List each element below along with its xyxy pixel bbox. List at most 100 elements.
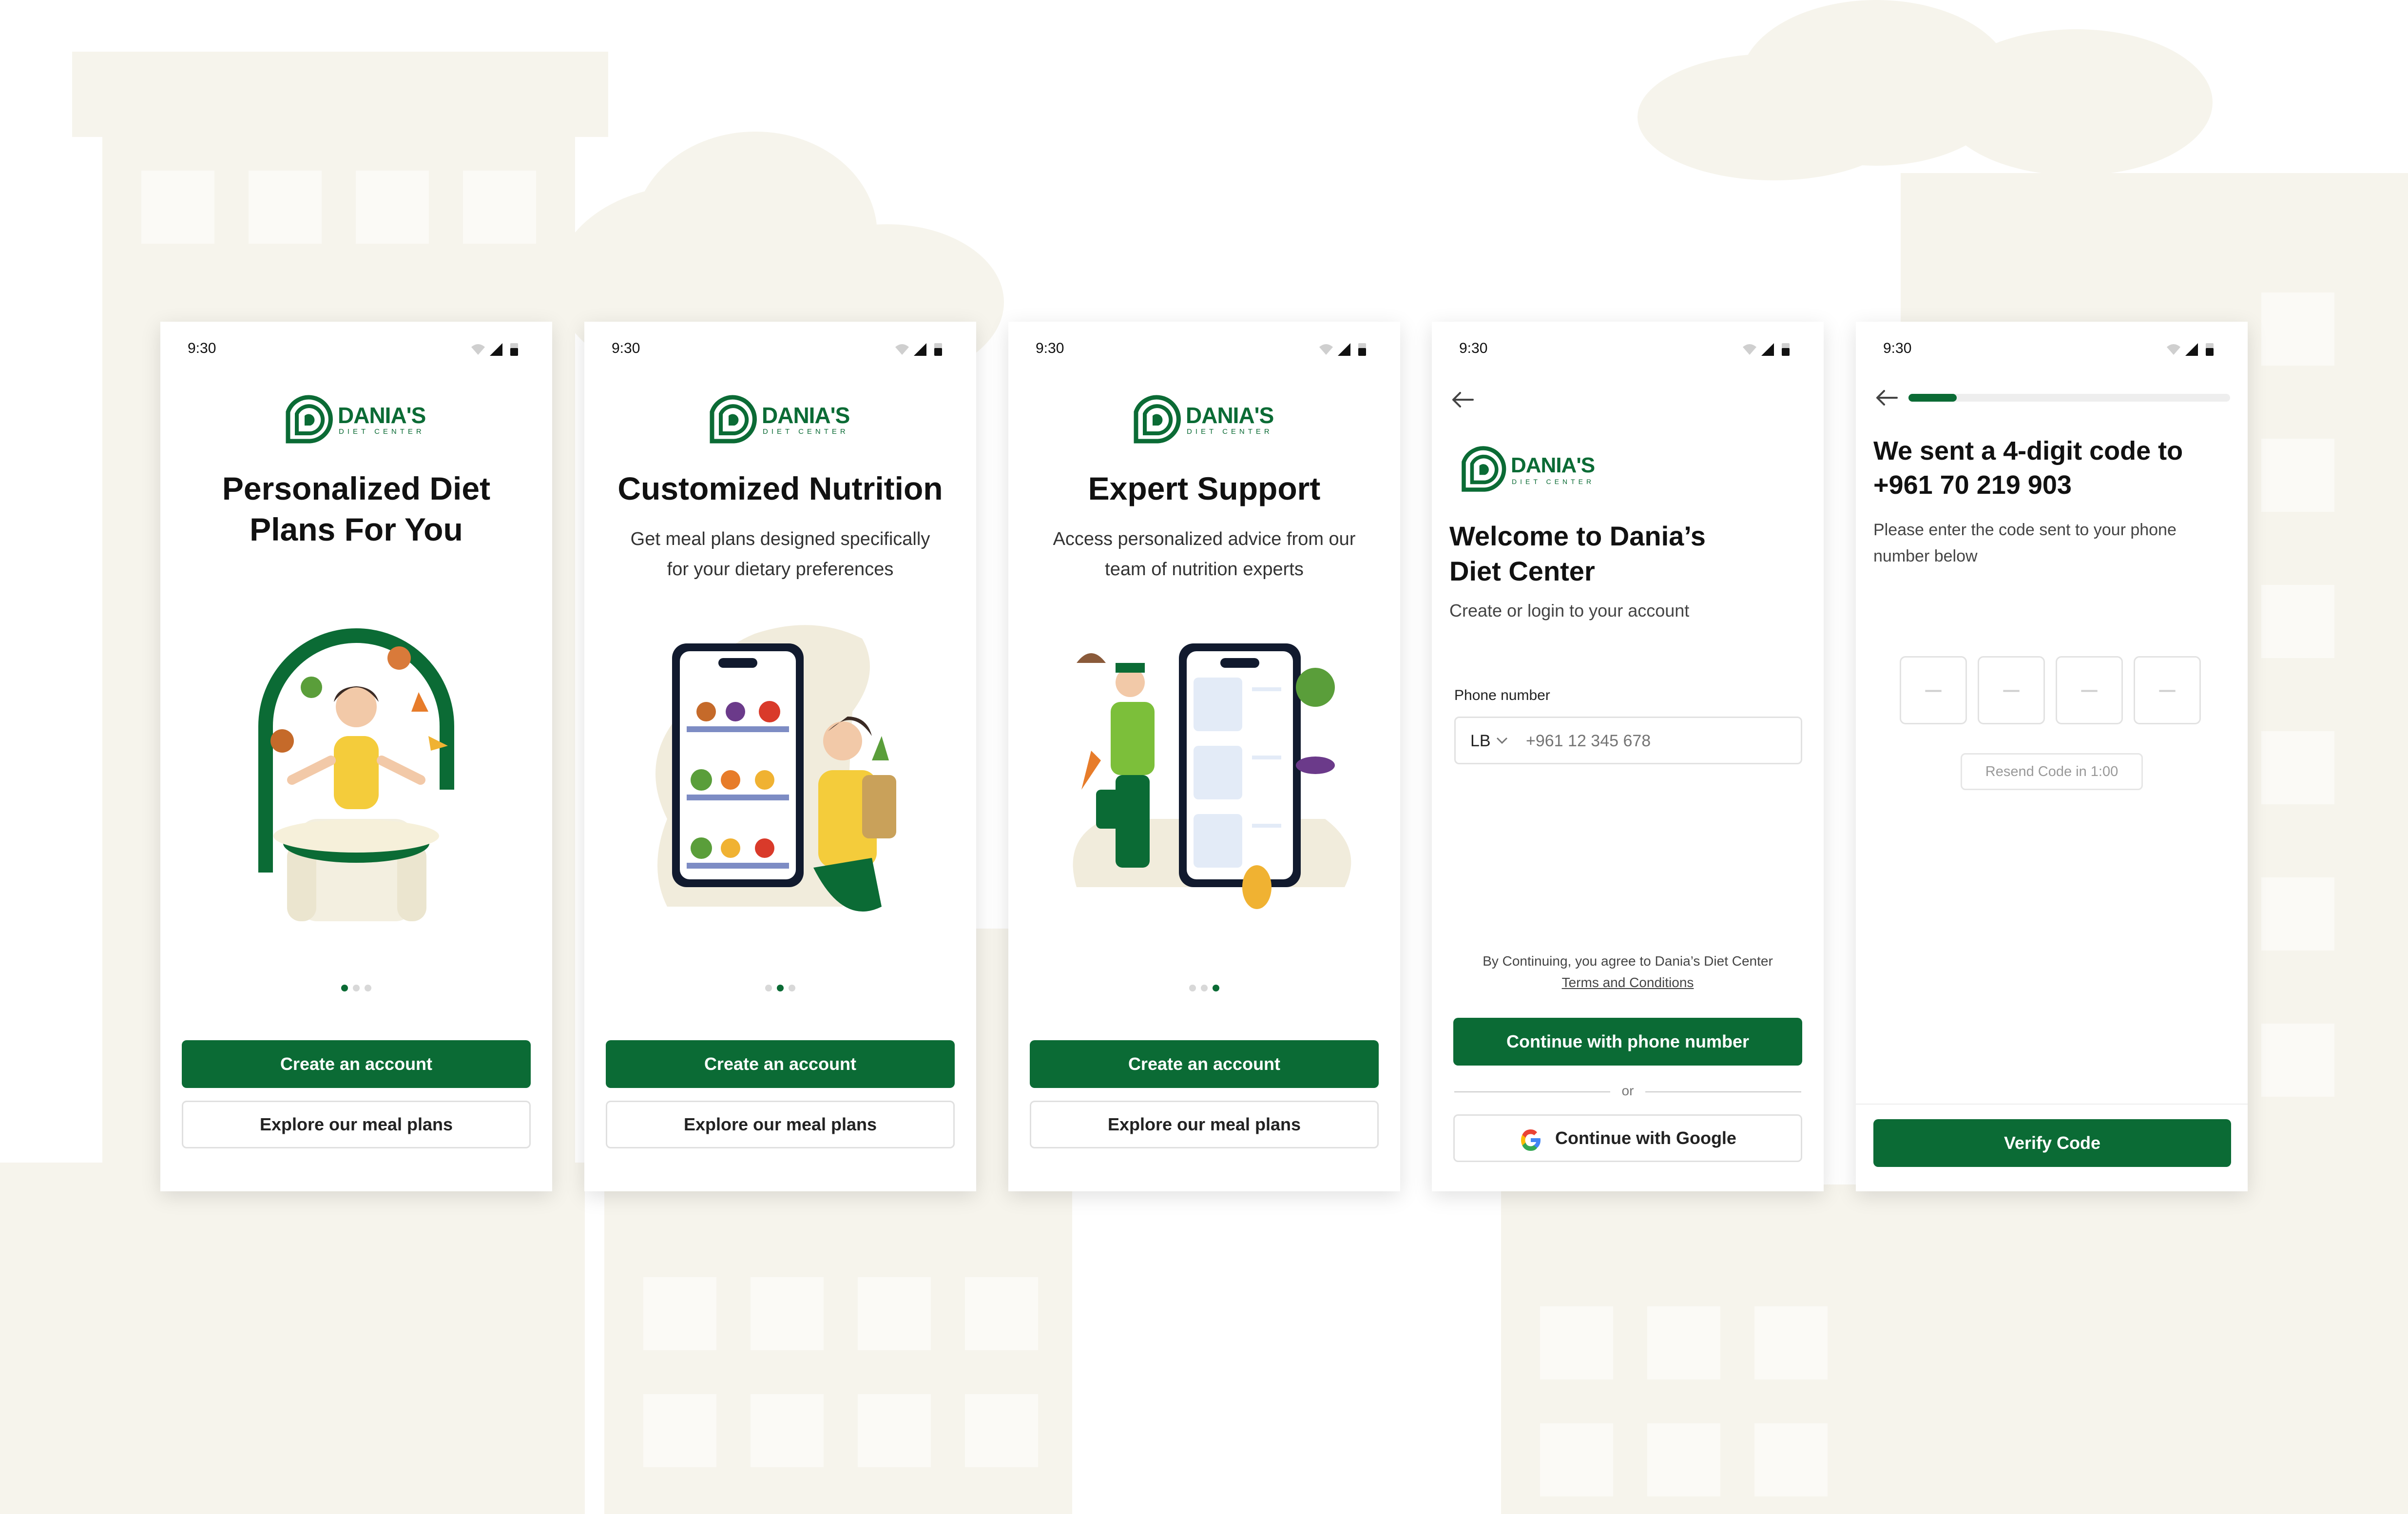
logo-subtitle-text: DIET CENTER: [1187, 427, 1273, 436]
delivery-phone-illustration: [1073, 643, 1351, 909]
status-icons: [2167, 343, 2214, 356]
logo-subtitle-text: DIET CENTER: [763, 427, 849, 436]
logo-mark-icon: [1134, 395, 1181, 444]
bg-window: [858, 1277, 931, 1350]
bg-window: [1540, 1423, 1613, 1496]
page-dot: [365, 985, 371, 991]
onboarding-subtitle: Access personalized advice from our team…: [1053, 529, 1356, 580]
divider-line: [1645, 1091, 1801, 1092]
back-arrow-icon[interactable]: [1874, 388, 1899, 408]
brand-logo: DANIA'S DIET CENTER: [283, 392, 429, 446]
bg-window: [2261, 731, 2334, 804]
terms-link[interactable]: Terms and Conditions: [1562, 975, 1694, 990]
status-time: 9:30: [612, 340, 640, 356]
status-time: 9:30: [188, 340, 216, 356]
bg-window: [1754, 1423, 1828, 1496]
explore-meal-plans-button[interactable]: Explore our meal plans: [1030, 1101, 1379, 1148]
onboarding-title: Expert Support: [1088, 470, 1321, 506]
bg-window: [643, 1277, 716, 1350]
continue-phone-button[interactable]: Continue with phone number: [1453, 1018, 1802, 1066]
status-icons: [471, 343, 518, 356]
verify-heading: We sent a 4-digit code to +961 70 219 90…: [1873, 436, 2183, 500]
onboarding-title: Customized Nutrition: [617, 470, 943, 506]
logo-brand-text: DANIA'S: [1186, 403, 1274, 428]
bg-window: [1540, 1306, 1613, 1379]
page-dot: [765, 985, 772, 991]
phone-number-input[interactable]: [1526, 732, 1770, 751]
phone-number-label: Phone number: [1454, 687, 1550, 703]
fridge-phone-illustration: [655, 625, 896, 912]
bg-window: [1647, 1423, 1720, 1496]
bottom-divider: [1856, 1104, 2248, 1105]
onboarding-screen-1: 9:30 DANIA'S DIET CENTER Personalized Di…: [160, 322, 552, 1191]
page-dot-active: [341, 985, 348, 991]
bg-window: [463, 171, 536, 244]
brand-logo: DANIA'S DIET CENTER: [1459, 444, 1605, 497]
bg-window: [965, 1277, 1038, 1350]
login-subtitle: Create or login to your account: [1449, 601, 1690, 621]
bg-window: [356, 171, 429, 244]
phone-number-field[interactable]: LB: [1454, 717, 1802, 764]
logo-mark-icon: [710, 395, 757, 444]
page-dot: [789, 985, 795, 991]
status-time: 9:30: [1883, 340, 1912, 356]
status-icons: [895, 343, 942, 356]
terms-text: By Continuing, you agree to Dania’s Diet…: [1471, 951, 1785, 993]
onboarding-screen-3: 9:30 DANIA'S DIET CENTER Expert Support …: [1008, 322, 1400, 1191]
code-digit-input[interactable]: –: [1900, 656, 1967, 724]
status-icons: [1319, 343, 1366, 356]
brand-logo: DANIA'S DIET CENTER: [1131, 392, 1277, 446]
verify-code-button[interactable]: Verify Code: [1873, 1119, 2231, 1167]
status-bar: 9:30: [188, 336, 525, 361]
bg-window: [858, 1394, 931, 1467]
create-account-button[interactable]: Create an account: [606, 1040, 955, 1088]
verify-subtitle: Please enter the code sent to your phone…: [1873, 521, 2177, 565]
resend-code-button[interactable]: Resend Code in 1:00: [1961, 753, 2143, 790]
page-dot-active: [777, 985, 784, 991]
bg-window: [249, 171, 322, 244]
progress-fill: [1908, 394, 1957, 402]
logo-brand-text: DANIA'S: [338, 403, 426, 428]
explore-meal-plans-button[interactable]: Explore our meal plans: [182, 1101, 531, 1148]
page-indicator: [1008, 985, 1400, 994]
login-screen: 9:30 DANIA'S DIET CENTER Welcome to Dani…: [1432, 322, 1824, 1191]
page-dot: [1201, 985, 1208, 991]
bg-window: [751, 1394, 824, 1467]
back-arrow-icon[interactable]: [1450, 390, 1475, 409]
logo-subtitle-text: DIET CENTER: [339, 427, 425, 436]
bg-cloud-right-3: [1940, 29, 2213, 175]
code-digit-input[interactable]: –: [1978, 656, 2045, 724]
page-indicator: [584, 985, 976, 994]
chevron-down-icon[interactable]: [1496, 736, 1508, 745]
terms-prefix: By Continuing, you agree to Dania’s Diet…: [1483, 953, 1773, 969]
bg-window: [2261, 585, 2334, 658]
logo-subtitle-text: DIET CENTER: [1512, 478, 1595, 485]
status-bar: 9:30: [1036, 336, 1373, 361]
page-dot: [1189, 985, 1196, 991]
country-code-select[interactable]: LB: [1470, 732, 1491, 751]
explore-meal-plans-button[interactable]: Explore our meal plans: [606, 1101, 955, 1148]
bg-window: [965, 1394, 1038, 1467]
page-indicator: [160, 985, 552, 994]
bg-window: [1647, 1306, 1720, 1379]
bg-window: [751, 1277, 824, 1350]
bg-ground-left: [0, 1163, 585, 1514]
status-time: 9:30: [1036, 340, 1064, 356]
continue-google-button[interactable]: Continue with Google: [1453, 1114, 1802, 1162]
bg-window: [2261, 292, 2334, 366]
bg-window: [1754, 1306, 1828, 1379]
bg-window: [643, 1394, 716, 1467]
logo-mark-icon: [286, 395, 333, 444]
create-account-button[interactable]: Create an account: [1030, 1040, 1379, 1088]
status-icons: [1743, 343, 1790, 356]
brand-logo: DANIA'S DIET CENTER: [707, 392, 853, 446]
bg-window: [2261, 877, 2334, 951]
create-account-button[interactable]: Create an account: [182, 1040, 531, 1088]
logo-brand-text: DANIA'S: [762, 403, 850, 428]
status-bar: 9:30: [612, 336, 949, 361]
code-digit-input[interactable]: –: [2134, 656, 2201, 724]
status-bar: 9:30: [1883, 336, 2220, 361]
bg-building-left-top: [72, 52, 608, 137]
code-digit-input[interactable]: –: [2056, 656, 2123, 724]
google-icon: [1521, 1129, 1541, 1151]
